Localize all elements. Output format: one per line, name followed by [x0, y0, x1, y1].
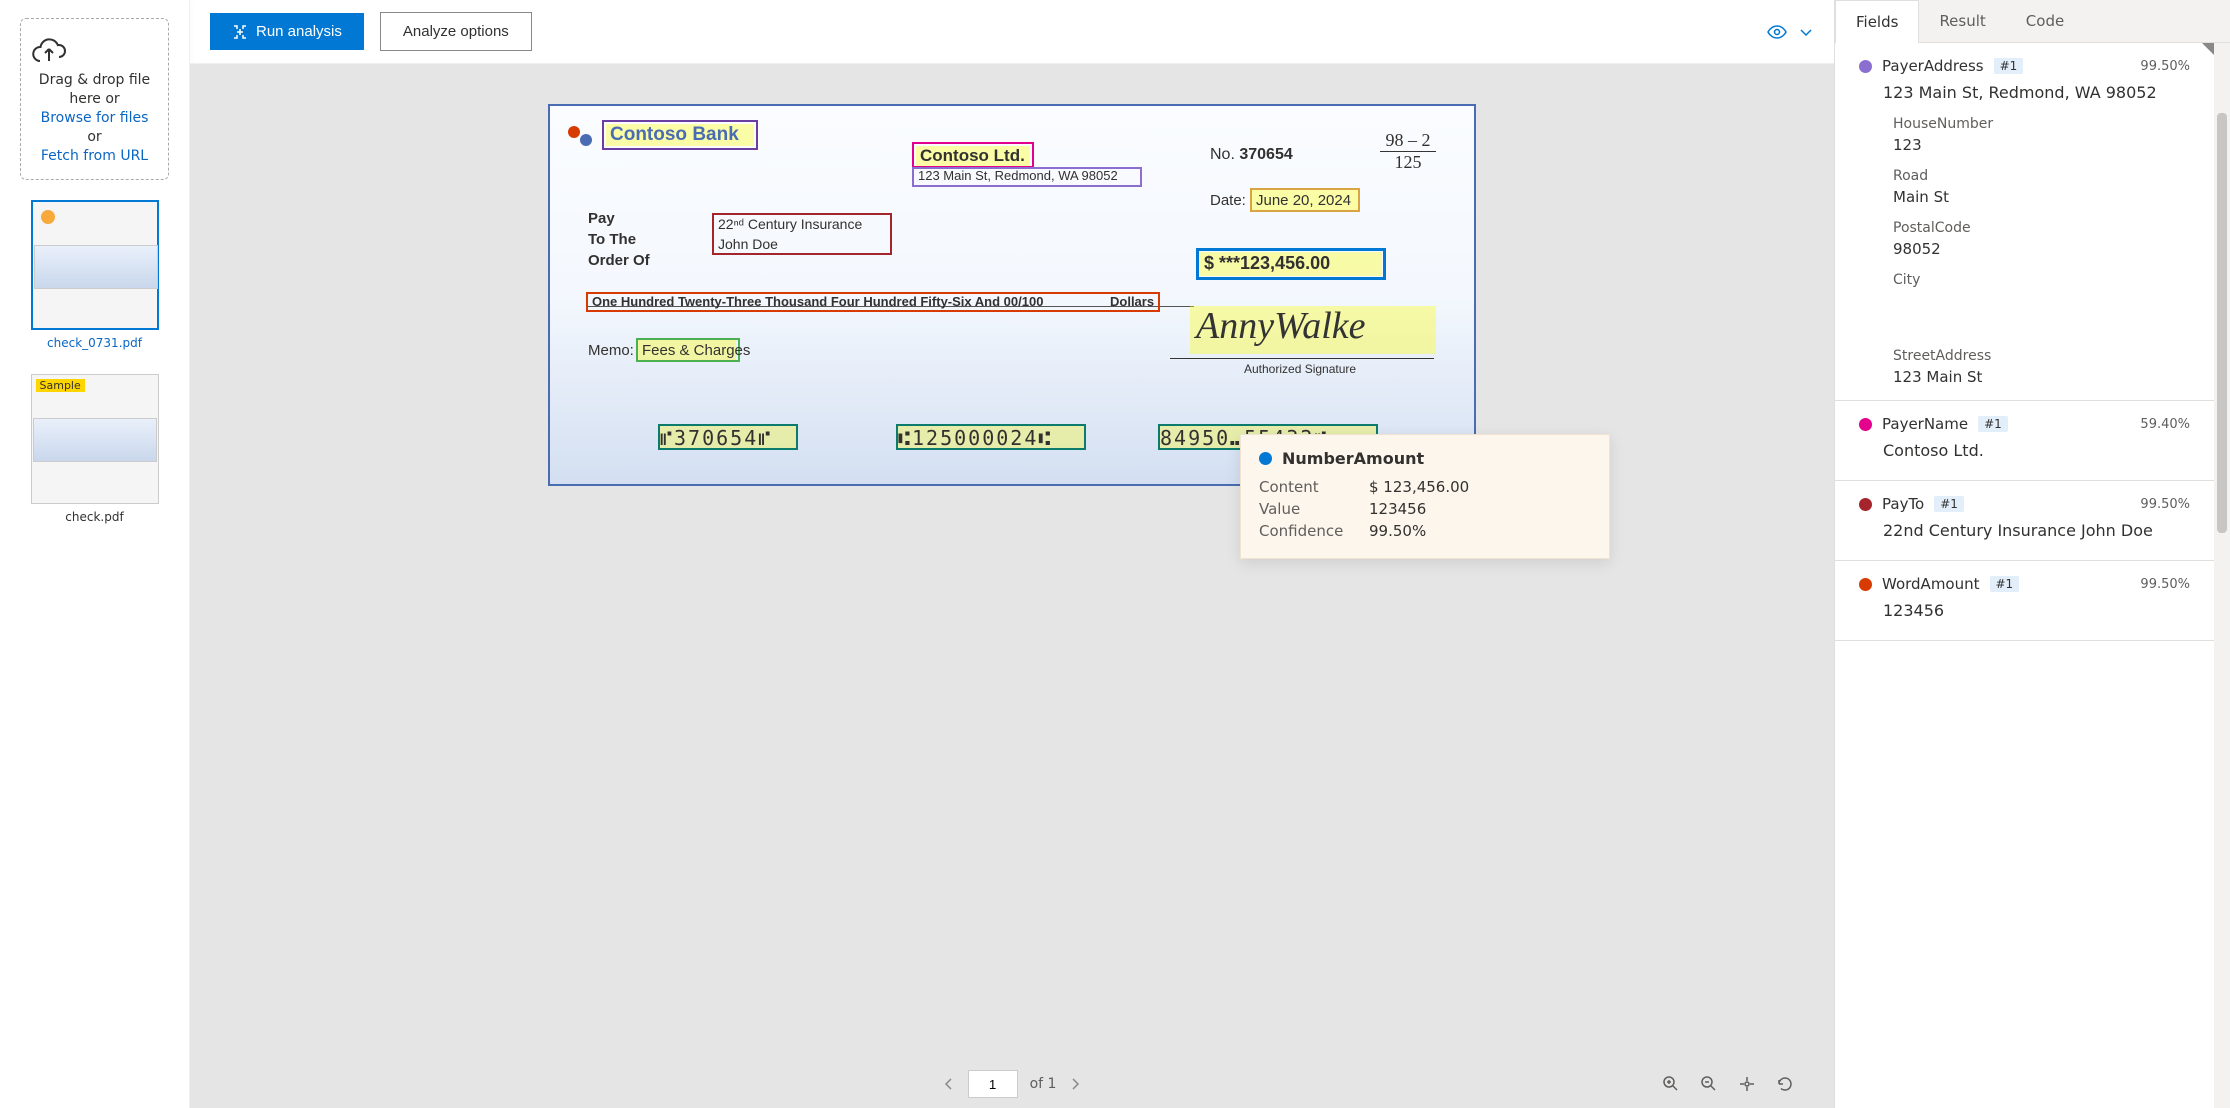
dropzone[interactable]: Drag & drop file here or Browse for file…: [20, 18, 169, 180]
left-sidebar: Drag & drop file here or Browse for file…: [0, 0, 190, 1108]
analysis-icon: [232, 24, 248, 40]
chevron-down-icon[interactable]: [1798, 24, 1814, 40]
number-amount-dot-icon: [1259, 452, 1272, 465]
browse-link[interactable]: Browse for files: [41, 110, 149, 126]
toolbar: Run analysis Analyze options: [190, 0, 1834, 64]
number-amount: $ ***123,456.00: [1204, 253, 1330, 274]
next-page-button[interactable]: [1068, 1077, 1082, 1091]
bank-logo-icon: [566, 122, 594, 150]
cloud-upload-icon: [31, 37, 158, 65]
document-viewer: Run analysis Analyze options Contoso Ban…: [190, 0, 1834, 1108]
field-word-amount[interactable]: WordAmount #1 99.50% 123456: [1835, 561, 2214, 641]
word-amount: One Hundred Twenty-Three Thousand Four H…: [592, 294, 1043, 309]
field-pay-to[interactable]: PayTo #1 99.50% 22nd Century Insurance J…: [1835, 481, 2214, 561]
scroll-up-icon[interactable]: [2202, 43, 2214, 55]
status-dot-icon: [41, 210, 55, 224]
payer-name: Contoso Ltd.: [920, 146, 1025, 166]
field-tooltip: NumberAmount Content$ 123,456.00 Value12…: [1240, 434, 1610, 559]
dropzone-line1: Drag & drop file: [39, 72, 150, 88]
eye-icon[interactable]: [1766, 21, 1788, 43]
dropzone-line2: here or: [69, 91, 119, 107]
zoom-out-icon[interactable]: [1700, 1075, 1718, 1093]
scrollbar[interactable]: [2214, 43, 2230, 1108]
thumbnail-label: check.pdf: [20, 510, 169, 524]
result-tabs: Fields Result Code: [1835, 0, 2230, 43]
dropzone-or: or: [87, 129, 101, 145]
run-analysis-button[interactable]: Run analysis: [210, 13, 364, 50]
prev-page-button[interactable]: [942, 1077, 956, 1091]
thumbnail-check[interactable]: Sample check.pdf: [20, 374, 169, 524]
bank-name: Contoso Bank: [610, 124, 739, 146]
field-dot-icon: [1859, 418, 1872, 431]
canvas[interactable]: Contoso Bank Contoso Ltd. 123 Main St, R…: [190, 64, 1834, 1108]
page-input[interactable]: [968, 1070, 1018, 1098]
fetch-url-link[interactable]: Fetch from URL: [41, 148, 148, 164]
field-dot-icon: [1859, 578, 1872, 591]
tab-fields[interactable]: Fields: [1835, 0, 1919, 43]
pager: of 1: [190, 1070, 1834, 1098]
field-dot-icon: [1859, 498, 1872, 511]
check-document: Contoso Bank Contoso Ltd. 123 Main St, R…: [548, 104, 1476, 486]
field-payer-name[interactable]: PayerName #1 59.40% Contoso Ltd.: [1835, 401, 2214, 481]
analysis-panel: Fields Result Code PayerAddress #1 99.50…: [1834, 0, 2230, 1108]
tab-code[interactable]: Code: [2006, 0, 2084, 42]
tab-result[interactable]: Result: [1919, 0, 2005, 42]
sample-badge: Sample: [36, 379, 85, 392]
zoom-in-icon[interactable]: [1662, 1075, 1680, 1093]
rotate-icon[interactable]: [1776, 1075, 1794, 1093]
field-payer-address[interactable]: PayerAddress #1 99.50% 123 Main St, Redm…: [1835, 43, 2214, 401]
analyze-options-button[interactable]: Analyze options: [380, 12, 532, 51]
thumbnail-check-0731[interactable]: check_0731.pdf: [20, 200, 169, 350]
thumbnail-label: check_0731.pdf: [20, 336, 169, 350]
field-dot-icon: [1859, 60, 1872, 73]
fit-icon[interactable]: [1738, 1075, 1756, 1093]
fields-list[interactable]: PayerAddress #1 99.50% 123 Main St, Redm…: [1835, 43, 2214, 1108]
payer-address: 123 Main St, Redmond, WA 98052: [918, 168, 1118, 183]
